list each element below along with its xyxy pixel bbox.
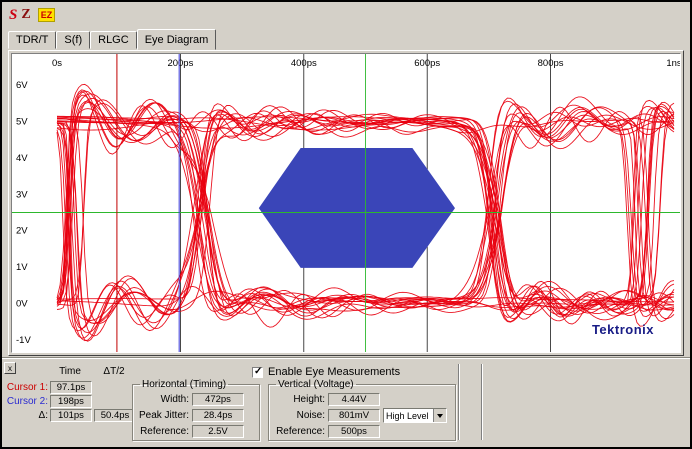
titlebar: S Z EZ (2, 2, 690, 28)
width-label: Width: (136, 394, 192, 405)
checkbox-icon[interactable] (252, 367, 263, 378)
panel-separator (481, 364, 483, 440)
x-tick-label: 400ps (291, 58, 317, 69)
peak-jitter-label: Peak Jitter: (136, 410, 192, 421)
enable-eye-measurements-checkbox[interactable]: Enable Eye Measurements (252, 366, 400, 378)
noise-label: Noise: (272, 410, 328, 421)
tab-sf[interactable]: S(f) (56, 31, 90, 49)
h-reference-row: Reference: 2.5V (136, 424, 256, 439)
logo-s: S (9, 7, 17, 24)
delta-dt2-value: 50.4ps (94, 409, 136, 422)
cursor2-label: Cursor 2: (2, 396, 48, 407)
y-tick-label: 3V (16, 189, 28, 200)
x-tick-label: 1ns (666, 58, 680, 69)
v-reference-label: Reference: (272, 426, 328, 437)
y-tick-label: 0V (16, 299, 28, 310)
v-reference-value: 500ps (328, 425, 380, 438)
bottom-panel: x Time ΔT/2 Cursor 1: 97.1ps Cursor 2: 1… (2, 358, 690, 447)
height-label: Height: (272, 394, 328, 405)
horizontal-timing-title: Horizontal (Timing) (140, 379, 228, 390)
cursor2-time-value: 198ps (50, 395, 92, 408)
noise-level-selected: High Level (384, 409, 433, 422)
y-tick-label: 1V (16, 262, 28, 273)
dropdown-arrow-icon[interactable] (433, 409, 446, 422)
noise-value: 801mV (328, 409, 380, 422)
width-value: 472ps (192, 393, 244, 406)
eye-mask (259, 148, 455, 268)
vertical-voltage-title: Vertical (Voltage) (276, 379, 356, 390)
tab-eye-diagram[interactable]: Eye Diagram (137, 29, 217, 50)
y-tick-label: 2V (16, 226, 28, 237)
app-window: S Z EZ TDR/T S(f) RLGC Eye Diagram 0s 200… (0, 0, 692, 449)
tab-rlgc[interactable]: RLGC (90, 31, 137, 49)
h-reference-label: Reference: (136, 426, 192, 437)
tab-strip: TDR/T S(f) RLGC Eye Diagram (8, 29, 216, 49)
cursor-col-dt2-header: ΔT/2 (92, 366, 136, 377)
noise-row: Noise: 801mV High Level (272, 408, 452, 423)
logo-z: Z (21, 7, 30, 23)
y-tick-label: -1V (16, 335, 31, 346)
cursor-col-time-header: Time (48, 366, 92, 377)
tektronix-watermark: Tektronix (592, 322, 654, 337)
x-tick-label: 200ps (167, 58, 193, 69)
y-tick-label: 4V (16, 153, 28, 164)
plot-frame: 0s 200ps 400ps 600ps 800ps 1ns 6V 5V 4V 3V 2V 1V 0V -… (8, 50, 684, 356)
plot-area: 0s 200ps 400ps 600ps 800ps 1ns 6V 5V 4V 3V 2V 1V 0V -… (11, 53, 681, 353)
panel-separator (458, 364, 460, 440)
height-row: Height: 4.44V (272, 392, 452, 407)
close-panel-button[interactable]: x (4, 362, 16, 374)
enable-eye-measurements-label: Enable Eye Measurements (268, 366, 400, 378)
v-reference-row: Reference: 500ps (272, 424, 452, 439)
peak-jitter-row: Peak Jitter: 28.4ps (136, 408, 256, 423)
x-tick-label: 600ps (414, 58, 440, 69)
peak-jitter-value: 28.4ps (192, 409, 244, 422)
y-tick-label: 6V (16, 80, 28, 91)
x-tick-label: 800ps (538, 58, 564, 69)
h-reference-value: 2.5V (192, 425, 244, 438)
noise-level-select[interactable]: High Level (383, 408, 447, 423)
vertical-voltage-group: Vertical (Voltage) Height: 4.44V Noise: … (268, 379, 456, 441)
y-tick-label: 5V (16, 116, 28, 127)
horizontal-timing-group: Horizontal (Timing) Width: 472ps Peak Ji… (132, 379, 260, 441)
height-value: 4.44V (328, 393, 380, 406)
eye-diagram-plot[interactable]: 0s 200ps 400ps 600ps 800ps 1ns 6V 5V 4V 3V 2V 1V 0V -… (12, 54, 680, 352)
x-tick-label: 0s (52, 58, 62, 69)
cursor1-time-value: 97.1ps (50, 381, 92, 394)
tab-tdr-t[interactable]: TDR/T (8, 31, 56, 49)
logo-ez-badge: EZ (38, 8, 56, 22)
width-row: Width: 472ps (136, 392, 256, 407)
delta-time-value: 101ps (50, 409, 92, 422)
delta-label: Δ: (2, 410, 48, 421)
cursor1-label: Cursor 1: (2, 382, 48, 393)
